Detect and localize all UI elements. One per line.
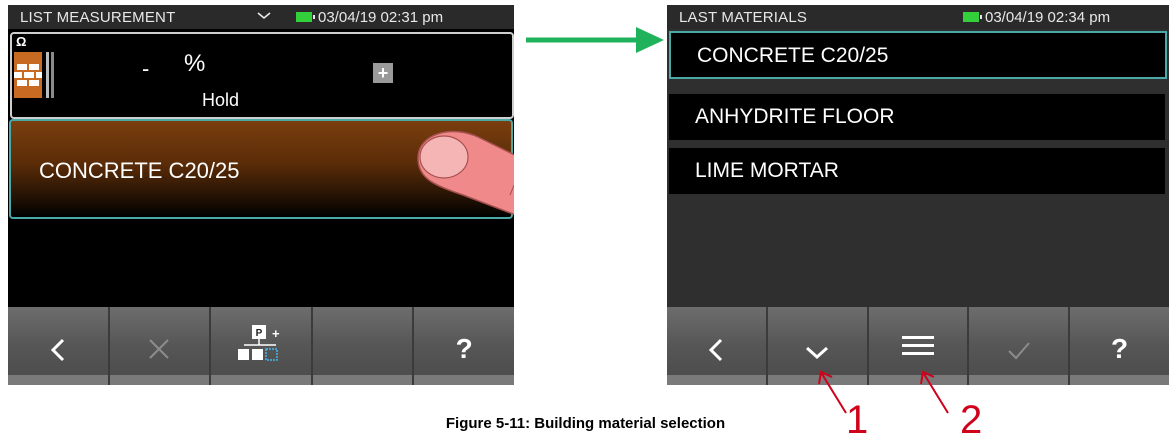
empty-button[interactable] (312, 307, 415, 385)
menu-icon (901, 336, 934, 355)
x-icon (149, 339, 170, 359)
status-bar: LAST MATERIALS 03/04/19 02:34 pm (667, 5, 1169, 29)
back-button[interactable] (8, 307, 110, 385)
measurement-unit: % (184, 50, 206, 77)
add-button[interactable]: + (373, 63, 393, 83)
back-button[interactable] (667, 307, 768, 385)
status-bar: LIST MEASUREMENT 03/04/19 02:31 pm (8, 5, 514, 29)
cancel-button[interactable] (109, 307, 212, 385)
list-item-concrete[interactable]: CONCRETE C20/25 (669, 31, 1167, 79)
brick-icon (14, 52, 42, 98)
hierarchy-icon: P + (237, 325, 280, 361)
thermometer-icon (46, 52, 54, 98)
svg-text:P: P (256, 328, 263, 339)
material-label: CONCRETE C20/25 (39, 158, 240, 183)
list-item-label: LIME MORTAR (695, 159, 839, 182)
measurement-panel: Ω - % Hold + (10, 32, 514, 119)
list-item-label: CONCRETE C20/25 (697, 44, 889, 67)
svg-text:+: + (272, 326, 280, 341)
chevron-down-icon[interactable] (256, 10, 272, 22)
help-button[interactable]: ? (414, 307, 514, 385)
left-device-screen: LIST MEASUREMENT 03/04/19 02:31 pm Ω - %… (8, 5, 514, 385)
measurement-value: - (142, 56, 150, 81)
help-label: ? (1111, 333, 1129, 364)
battery-icon (296, 12, 315, 22)
hold-label: Hold (202, 90, 240, 110)
right-device-screen: LAST MATERIALS 03/04/19 02:34 pm CONCRET… (667, 5, 1169, 385)
resistance-icon: Ω (16, 34, 27, 49)
screen-title: LAST MATERIALS (679, 9, 808, 26)
transition-arrow-icon (526, 27, 664, 53)
check-icon (1008, 342, 1030, 360)
help-label: ? (455, 333, 473, 364)
callout-arrow-2 (920, 370, 949, 414)
chevron-left-icon (50, 338, 64, 362)
help-button[interactable]: ? (1070, 307, 1169, 385)
figure-caption: Figure 5-11: Building material selection (445, 415, 726, 432)
datetime: 03/04/19 02:34 pm (985, 9, 1111, 26)
bottom-toolbar: P + ? (8, 307, 514, 385)
chevron-left-icon (709, 338, 723, 362)
datetime: 03/04/19 02:31 pm (318, 9, 444, 26)
finger-tap-icon (417, 130, 514, 216)
list-item-lime-mortar[interactable]: LIME MORTAR (669, 148, 1165, 194)
battery-icon (963, 12, 982, 22)
hierarchy-button[interactable]: P + (211, 307, 313, 385)
screen-title: LIST MEASUREMENT (20, 9, 176, 26)
list-item-label: ANHYDRITE FLOOR (695, 105, 895, 128)
chevron-down-icon (806, 346, 829, 360)
list-item-anhydrite[interactable]: ANHYDRITE FLOOR (669, 94, 1165, 140)
confirm-button[interactable] (969, 307, 1071, 385)
